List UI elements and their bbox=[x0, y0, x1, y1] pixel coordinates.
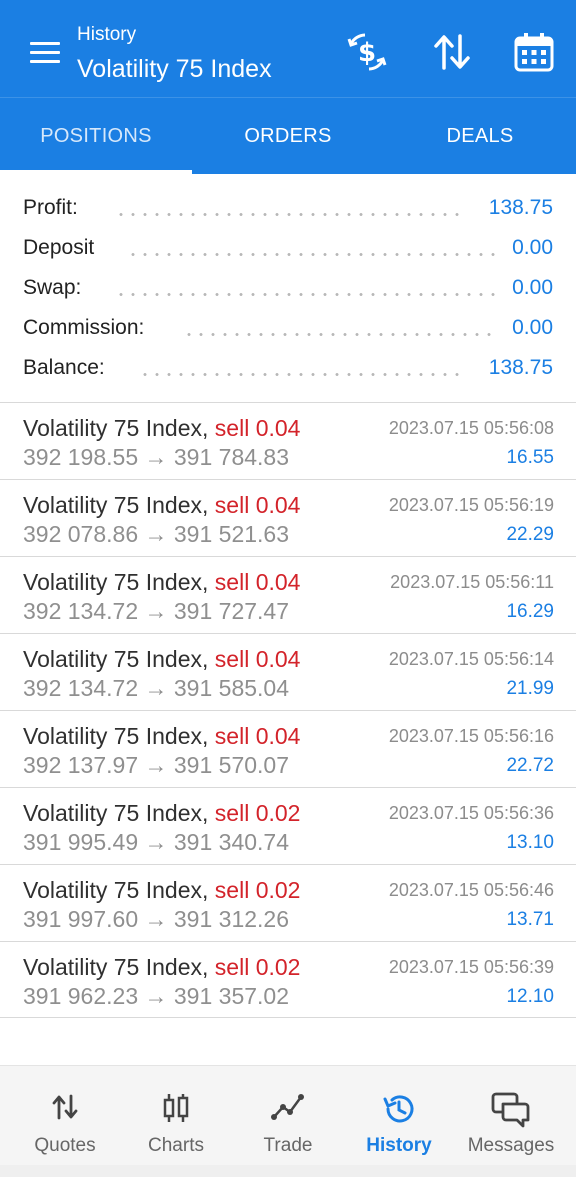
menu-icon[interactable] bbox=[30, 42, 60, 64]
divider bbox=[0, 1017, 576, 1018]
deal-side: sell 0.04 bbox=[214, 569, 301, 595]
summary-balance-row: Balance: 138.75 bbox=[23, 356, 553, 386]
charts-icon bbox=[163, 1094, 189, 1122]
deal-time: 2023.07.15 05:56:16 bbox=[388, 726, 554, 746]
deal-profit: 13.71 bbox=[506, 909, 554, 930]
deal-symbol: Volatility 75 Index, sell 0.04 bbox=[23, 723, 301, 749]
svg-text:$: $ bbox=[358, 38, 376, 68]
dot-leader bbox=[139, 373, 465, 376]
deal-row[interactable]: Volatility 75 Index, sell 0.04 2023.07.1… bbox=[0, 557, 576, 633]
nav-label: History bbox=[366, 1135, 432, 1156]
nav-label: Quotes bbox=[34, 1135, 96, 1156]
sort-icon[interactable] bbox=[430, 30, 474, 74]
tab-orders[interactable]: ORDERS bbox=[192, 98, 384, 174]
deal-side: sell 0.02 bbox=[214, 954, 301, 980]
nav-messages[interactable]: Messages bbox=[456, 1066, 566, 1166]
deal-prices: 392 134.72 → 391 727.47 bbox=[23, 598, 290, 624]
nav-history[interactable]: History bbox=[344, 1066, 454, 1166]
quotes-icon bbox=[52, 1094, 78, 1120]
history-tabs: POSITIONS ORDERS DEALS bbox=[0, 97, 576, 174]
summary-label: Commission: bbox=[23, 316, 145, 339]
summary-label: Swap: bbox=[23, 276, 82, 299]
app-bar: History Volatility 75 Index $ bbox=[0, 0, 576, 97]
deal-prices: 391 995.49 → 391 340.74 bbox=[23, 829, 290, 855]
deal-profit: 16.29 bbox=[506, 601, 554, 622]
nav-trade[interactable]: Trade bbox=[233, 1066, 343, 1166]
commission-value: 0.00 bbox=[512, 316, 553, 339]
deal-profit: 16.55 bbox=[506, 447, 554, 468]
deal-prices: 392 198.55 → 391 784.83 bbox=[23, 444, 290, 470]
deal-prices: 391 997.60 → 391 312.26 bbox=[23, 906, 290, 932]
trade-icon bbox=[271, 1094, 304, 1120]
calendar-icon[interactable] bbox=[512, 30, 556, 74]
dot-leader bbox=[183, 333, 497, 336]
currency-exchange-icon[interactable]: $ bbox=[345, 30, 389, 74]
deal-row[interactable]: Volatility 75 Index, sell 0.04 2023.07.1… bbox=[0, 403, 576, 479]
deal-time: 2023.07.15 05:56:36 bbox=[388, 803, 554, 823]
summary-label: Deposit bbox=[23, 236, 95, 259]
dot-leader bbox=[115, 293, 497, 296]
deposit-value: 0.00 bbox=[512, 236, 553, 259]
history-icon bbox=[383, 1095, 414, 1123]
tab-positions[interactable]: POSITIONS bbox=[0, 98, 192, 174]
deal-row[interactable]: Volatility 75 Index, sell 0.04 2023.07.1… bbox=[0, 634, 576, 710]
deal-row[interactable]: Volatility 75 Index, sell 0.02 2023.07.1… bbox=[0, 942, 576, 1018]
deal-symbol: Volatility 75 Index, sell 0.04 bbox=[23, 492, 301, 518]
deal-profit: 22.72 bbox=[506, 755, 554, 776]
deal-symbol: Volatility 75 Index, sell 0.04 bbox=[23, 646, 301, 672]
deal-time: 2023.07.15 05:56:19 bbox=[388, 495, 554, 515]
gesture-bar bbox=[0, 1165, 576, 1177]
deal-symbol: Volatility 75 Index, sell 0.02 bbox=[23, 877, 301, 903]
deal-side: sell 0.04 bbox=[214, 492, 301, 518]
deal-symbol: Volatility 75 Index, sell 0.02 bbox=[23, 954, 301, 980]
deal-side: sell 0.04 bbox=[214, 723, 301, 749]
deal-time: 2023.07.15 05:56:46 bbox=[388, 880, 554, 900]
balance-value: 138.75 bbox=[488, 356, 553, 379]
deal-profit: 22.29 bbox=[506, 524, 554, 545]
deal-profit: 13.10 bbox=[506, 832, 554, 853]
dot-leader bbox=[115, 213, 465, 216]
deal-side: sell 0.04 bbox=[214, 415, 301, 441]
deal-prices: 391 962.23 → 391 357.02 bbox=[23, 983, 290, 1009]
nav-label: Charts bbox=[148, 1135, 204, 1156]
deal-row[interactable]: Volatility 75 Index, sell 0.02 2023.07.1… bbox=[0, 865, 576, 941]
nav-label: Trade bbox=[263, 1135, 313, 1156]
summary-label: Balance: bbox=[23, 356, 105, 379]
bottom-navigation: Quotes Charts Trade History Messages bbox=[0, 1065, 576, 1177]
deal-side: sell 0.04 bbox=[214, 646, 301, 672]
profit-value: 138.75 bbox=[488, 196, 553, 219]
nav-charts[interactable]: Charts bbox=[121, 1066, 231, 1166]
deal-row[interactable]: Volatility 75 Index, sell 0.04 2023.07.1… bbox=[0, 480, 576, 556]
deal-profit: 12.10 bbox=[506, 986, 554, 1007]
swap-value: 0.00 bbox=[512, 276, 553, 299]
deal-symbol: Volatility 75 Index, sell 0.04 bbox=[23, 569, 301, 595]
summary-label: Profit: bbox=[23, 196, 78, 219]
deal-symbol: Volatility 75 Index, sell 0.04 bbox=[23, 415, 301, 441]
deal-side: sell 0.02 bbox=[214, 877, 301, 903]
deal-time: 2023.07.15 05:56:08 bbox=[388, 418, 554, 438]
messages-icon bbox=[491, 1092, 530, 1128]
page-title[interactable]: Volatility 75 Index bbox=[77, 55, 272, 84]
deal-prices: 392 137.97 → 391 570.07 bbox=[23, 752, 290, 778]
nav-quotes[interactable]: Quotes bbox=[10, 1066, 120, 1166]
dot-leader bbox=[127, 253, 497, 256]
deal-symbol: Volatility 75 Index, sell 0.02 bbox=[23, 800, 301, 826]
summary-profit-row: Profit: 138.75 bbox=[23, 196, 553, 226]
summary-deposit-row: Deposit 0.00 bbox=[23, 236, 553, 266]
summary-swap-row: Swap: 0.00 bbox=[23, 276, 553, 306]
deal-time: 2023.07.15 05:56:11 bbox=[390, 572, 554, 592]
deal-time: 2023.07.15 05:56:14 bbox=[388, 649, 554, 669]
deal-row[interactable]: Volatility 75 Index, sell 0.04 2023.07.1… bbox=[0, 711, 576, 787]
deal-prices: 392 134.72 → 391 585.04 bbox=[23, 675, 290, 701]
deal-time: 2023.07.15 05:56:39 bbox=[388, 957, 554, 977]
deal-profit: 21.99 bbox=[506, 678, 554, 699]
nav-label: Messages bbox=[467, 1135, 555, 1156]
deal-prices: 392 078.86 → 391 521.63 bbox=[23, 521, 290, 547]
deal-side: sell 0.02 bbox=[214, 800, 301, 826]
summary-panel: Profit: 138.75 Deposit 0.00 Swap: 0.00 C… bbox=[0, 174, 576, 400]
deal-row[interactable]: Volatility 75 Index, sell 0.02 2023.07.1… bbox=[0, 788, 576, 864]
summary-commission-row: Commission: 0.00 bbox=[23, 316, 553, 346]
page-subtitle: History bbox=[77, 24, 137, 45]
tab-deals[interactable]: DEALS bbox=[384, 98, 576, 174]
